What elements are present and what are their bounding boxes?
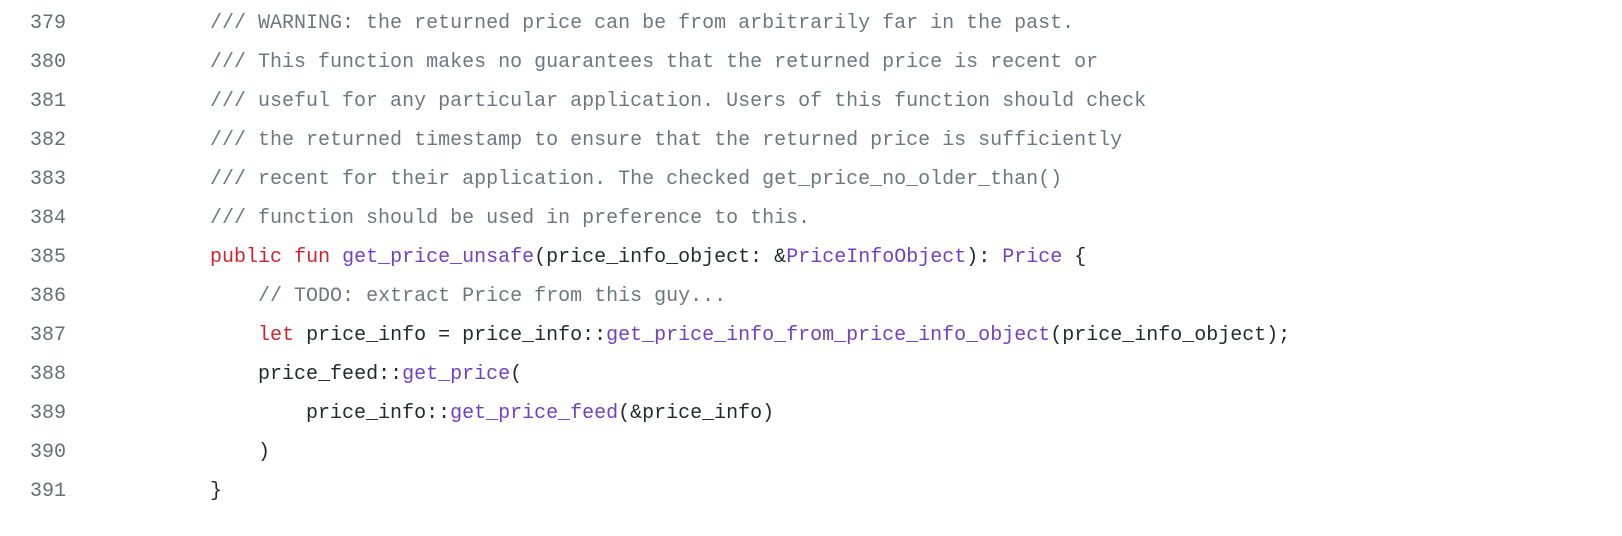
- code-token: /// the returned timestamp to ensure tha…: [210, 129, 1122, 152]
- code-token: /// function should be used in preferenc…: [210, 207, 810, 230]
- code-token: /// recent for their application. The ch…: [210, 168, 1062, 191]
- line-number: 380: [30, 43, 66, 82]
- code-line: // TODO: extract Price from this guy...: [114, 277, 1622, 316]
- code-token: [330, 246, 342, 269]
- code-line: /// WARNING: the returned price can be f…: [114, 4, 1622, 43]
- code-token: // TODO: extract Price from this guy...: [258, 285, 726, 308]
- line-number: 382: [30, 121, 66, 160]
- line-number: 379: [30, 4, 66, 43]
- code-line: let price_info = price_info::get_price_i…: [114, 316, 1622, 355]
- code-line: /// function should be used in preferenc…: [114, 199, 1622, 238]
- code-line: }: [114, 472, 1622, 511]
- indent: [114, 363, 258, 386]
- line-number: 388: [30, 355, 66, 394]
- code-token: price_info_object: [1062, 324, 1266, 347]
- code-token: (&: [618, 402, 642, 425]
- code-token: get_price_info_from_price_info_object: [606, 324, 1050, 347]
- code-token: let: [258, 324, 294, 347]
- code-token: fun: [294, 246, 330, 269]
- code-token: price_info: [642, 402, 762, 425]
- code-token: get_price_feed: [450, 402, 618, 425]
- indent: [114, 168, 210, 191]
- code-token: }: [210, 480, 222, 503]
- code-token: price_info::: [306, 402, 450, 425]
- indent: [114, 285, 258, 308]
- indent: [114, 12, 210, 35]
- indent: [114, 207, 210, 230]
- code-line: /// recent for their application. The ch…: [114, 160, 1622, 199]
- code-line: /// This function makes no guarantees th…: [114, 43, 1622, 82]
- line-number: 387: [30, 316, 66, 355]
- code-token: Price: [1002, 246, 1062, 269]
- code-token: /// WARNING: the returned price can be f…: [210, 12, 1074, 35]
- indent: [114, 129, 210, 152]
- code-token: price_feed::: [258, 363, 402, 386]
- code-token: );: [1266, 324, 1290, 347]
- line-number: 385: [30, 238, 66, 277]
- code-token: price_info = price_info::: [294, 324, 606, 347]
- line-number: 390: [30, 433, 66, 472]
- indent: [114, 480, 210, 503]
- line-number: 389: [30, 394, 66, 433]
- code-line: /// useful for any particular applicatio…: [114, 82, 1622, 121]
- line-number: 381: [30, 82, 66, 121]
- line-number: 383: [30, 160, 66, 199]
- code-token: ): [258, 441, 270, 464]
- indent: [114, 90, 210, 113]
- code-token: (: [1050, 324, 1062, 347]
- code-block: 379380381382383384385386387388389390391 …: [0, 4, 1622, 511]
- code-token: price_info_object: &: [546, 246, 786, 269]
- code-token: get_price: [402, 363, 510, 386]
- line-number-gutter: 379380381382383384385386387388389390391: [0, 4, 114, 511]
- code-token: get_price_unsafe: [342, 246, 534, 269]
- code-line: price_info::get_price_feed(&price_info): [114, 394, 1622, 433]
- code-token: /// useful for any particular applicatio…: [210, 90, 1146, 113]
- code-line: /// the returned timestamp to ensure tha…: [114, 121, 1622, 160]
- indent: [114, 324, 258, 347]
- indent: [114, 402, 306, 425]
- code-token: ): [762, 402, 774, 425]
- code-token: public: [210, 246, 282, 269]
- line-number: 386: [30, 277, 66, 316]
- code-token: (: [510, 363, 522, 386]
- code-token: ):: [966, 246, 1002, 269]
- indent: [114, 51, 210, 74]
- line-number: 384: [30, 199, 66, 238]
- code-line: public fun get_price_unsafe(price_info_o…: [114, 238, 1622, 277]
- code-token: {: [1062, 246, 1086, 269]
- code-line: price_feed::get_price(: [114, 355, 1622, 394]
- code-token: /// This function makes no guarantees th…: [210, 51, 1098, 74]
- indent: [114, 441, 258, 464]
- code-token: [282, 246, 294, 269]
- code-area: /// WARNING: the returned price can be f…: [114, 4, 1622, 511]
- indent: [114, 246, 210, 269]
- code-token: (: [534, 246, 546, 269]
- code-line: ): [114, 433, 1622, 472]
- code-token: PriceInfoObject: [786, 246, 966, 269]
- line-number: 391: [30, 472, 66, 511]
